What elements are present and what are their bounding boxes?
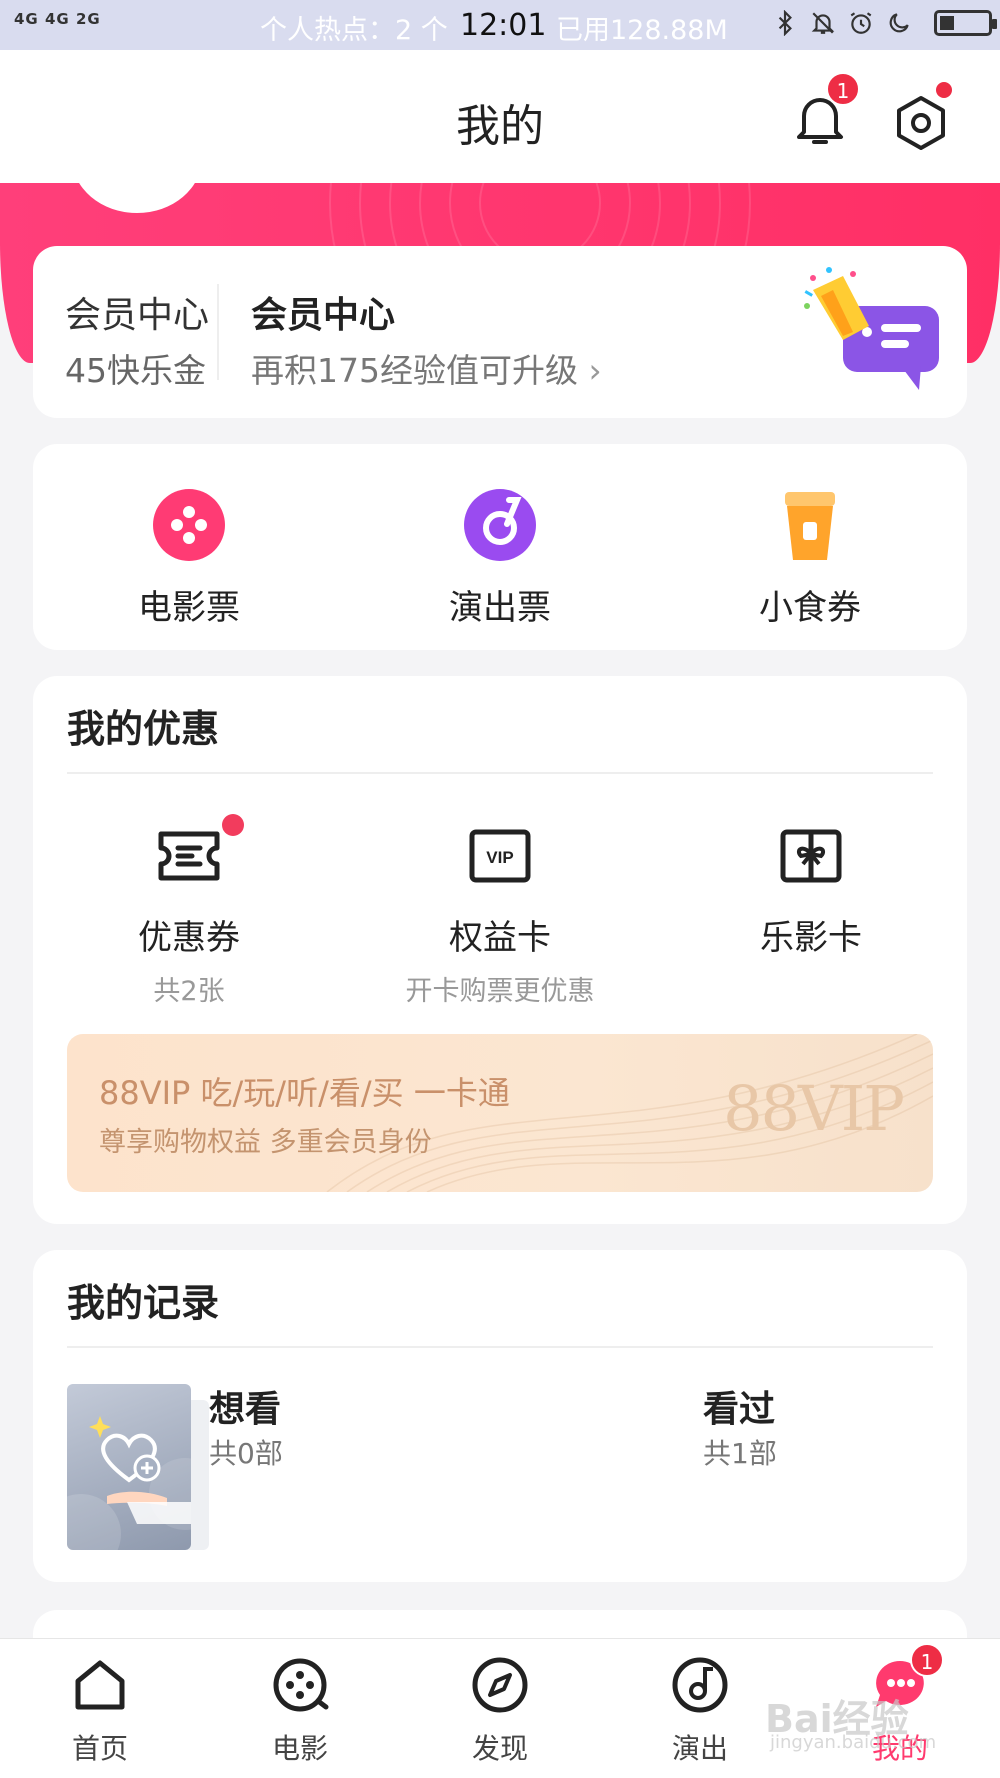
hotspot-status: 个人热点：2 个: [260, 15, 448, 46]
music-disc-icon: [464, 489, 536, 561]
data-usage: 已用128.88M: [556, 15, 728, 46]
new-coupon-dot: [222, 814, 244, 836]
offer-sub: 开卡购票更优惠: [405, 976, 595, 1007]
film-reel-icon: [153, 489, 225, 561]
divider: [67, 1346, 933, 1348]
offer-label: 权益卡: [449, 918, 551, 958]
snack-coupon-entry[interactable]: 小食券: [710, 488, 910, 629]
chevron-right-icon: ›: [588, 351, 602, 390]
moon-icon: [889, 13, 909, 33]
watermark-url: jingyan.baidu.com: [770, 1732, 937, 1753]
profile-tab-badge: 1: [910, 1643, 944, 1677]
tab-movie[interactable]: 电影: [240, 1655, 360, 1767]
offer-sub: 共2张: [153, 976, 225, 1007]
snack-cup-icon: [785, 492, 835, 560]
tickets-card: 电影票 演出票 小食券: [33, 444, 967, 650]
divider: [67, 772, 933, 774]
show-ticket-entry[interactable]: 演出票: [400, 488, 600, 629]
ticket-label: 小食券: [759, 588, 861, 628]
coupon-icon: [158, 831, 220, 881]
vip-sub: 尊享购物权益 多重会员身份: [99, 1127, 432, 1158]
88vip-logo: 88VIP: [723, 1072, 905, 1145]
happy-coin-balance: 45快乐金: [65, 351, 206, 390]
member-center-card[interactable]: 会员中心 45快乐金 会员中心 再积175经验值可升级 ›: [33, 246, 967, 418]
88vip-banner[interactable]: 88VIP 吃/玩/听/看/买 一卡通 尊享购物权益 多重会员身份 88VIP: [67, 1034, 933, 1192]
tab-home[interactable]: 首页: [40, 1655, 160, 1767]
want-to-see-title[interactable]: 想看: [209, 1380, 281, 1432]
settings-dot: [936, 82, 952, 98]
compass-icon: [472, 1657, 528, 1713]
my-offers-card: 我的优惠 优惠券 共2张 VIP 权益卡 开卡购票更优惠 乐影卡 88VIP 吃…: [33, 676, 967, 1224]
offer-label: 乐影卡: [760, 918, 862, 958]
alarm-icon: [850, 12, 872, 34]
music-icon: [672, 1657, 728, 1713]
silent-bell-icon: [811, 12, 835, 34]
tab-discover[interactable]: 发现: [440, 1655, 560, 1767]
tab-label: 发现: [471, 1732, 528, 1765]
clock: 12:01: [460, 8, 547, 43]
status-icons: [772, 10, 997, 36]
heart-plus-icon: [67, 1416, 191, 1550]
battery-icon: [934, 10, 997, 36]
section-title: 我的记录: [67, 1281, 220, 1325]
want-to-see-count: 共0部: [209, 1437, 283, 1470]
settings-icon[interactable]: [892, 94, 950, 152]
want-to-see-thumbnail[interactable]: [67, 1384, 191, 1550]
my-records-card: 我的记录 想看 共0部 看过 共1部: [33, 1250, 967, 1582]
movie-card-entry[interactable]: 乐影卡: [681, 826, 941, 959]
tab-label: 电影: [271, 1732, 328, 1765]
ticket-label: 演出票: [449, 588, 551, 628]
movie-ticket-entry[interactable]: 电影票: [89, 488, 289, 629]
notification-badge: 1: [826, 72, 860, 106]
seen-title[interactable]: 看过: [703, 1380, 775, 1432]
section-title: 我的优惠: [67, 707, 220, 751]
gift-card-icon: [780, 829, 842, 883]
member-upgrade-hint[interactable]: 再积175经验值可升级 ›: [251, 344, 602, 392]
benefit-card-entry[interactable]: VIP 权益卡 开卡购票更优惠: [370, 826, 630, 1008]
member-title: 会员中心: [251, 295, 396, 336]
tab-label: 演出: [671, 1732, 728, 1765]
ticket-label: 电影票: [138, 588, 240, 628]
network-signal: 4G 4G 2G: [14, 10, 101, 28]
page-header: 我的 1: [0, 50, 1000, 183]
vip-card-icon: VIP: [469, 829, 531, 883]
member-left-title: 会员中心: [65, 295, 210, 336]
home-icon: [75, 1660, 125, 1710]
offer-label: 优惠券: [138, 918, 240, 958]
svg-text:VIP: VIP: [486, 848, 513, 867]
tab-label: 首页: [71, 1732, 128, 1765]
bluetooth-icon: [778, 10, 792, 36]
party-popper-message-icon: [804, 267, 939, 390]
vip-title: 88VIP 吃/玩/听/看/买 一卡通: [99, 1074, 510, 1112]
tab-show[interactable]: 演出: [640, 1655, 760, 1767]
status-bar: 4G 4G 2G 个人热点：2 个 12:01 已用128.88M: [0, 0, 1000, 50]
coupon-entry[interactable]: 优惠券 共2张: [59, 814, 319, 1008]
seen-count: 共1部: [703, 1437, 777, 1470]
divider: [217, 284, 219, 380]
film-icon: [273, 1658, 329, 1712]
